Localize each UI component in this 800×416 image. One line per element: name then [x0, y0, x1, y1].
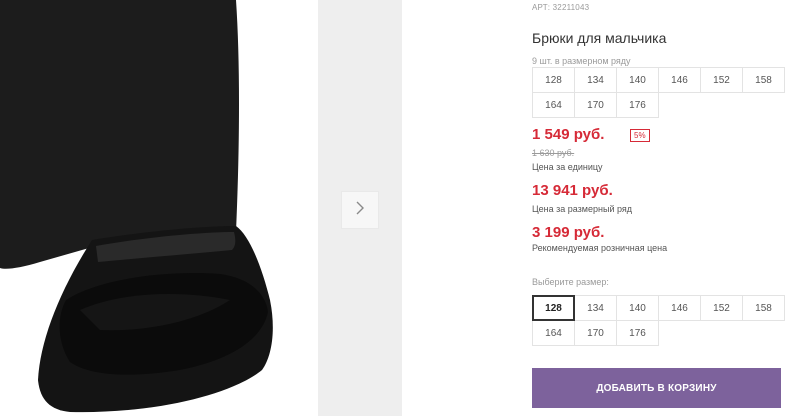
- unit-price-label: Цена за единицу: [532, 162, 603, 172]
- size-option[interactable]: 152: [700, 295, 743, 321]
- pack-note: 9 шт. в размерном ряду: [532, 56, 631, 66]
- size-option[interactable]: 176: [616, 320, 659, 346]
- product-title: Брюки для мальчика: [532, 30, 667, 46]
- pack-size-cell: 152: [700, 67, 743, 93]
- pack-size-cell: 158: [742, 67, 785, 93]
- pack-price: 13 941 руб.: [532, 182, 613, 199]
- next-image-button[interactable]: [341, 191, 379, 229]
- pack-size-cell: 128: [532, 67, 575, 93]
- trouser-leg-image: [0, 0, 318, 416]
- pack-size-cell: 134: [574, 67, 617, 93]
- product-photo: [0, 0, 318, 416]
- rrp-price: 3 199 руб.: [532, 224, 605, 241]
- size-selector: 128 134 140 146 152 158 164 170 176: [532, 295, 785, 346]
- product-info: АРТ: 32211043 Брюки для мальчика 9 шт. в…: [532, 0, 800, 416]
- choose-size-label: Выберите размер:: [532, 277, 609, 287]
- rrp-label: Рекомендуемая розничная цена: [532, 243, 668, 253]
- size-option-selected[interactable]: 128: [532, 295, 575, 321]
- size-option[interactable]: 164: [532, 320, 575, 346]
- discount-badge: 5%: [630, 129, 650, 142]
- pack-price-label: Цена за размерный ряд: [532, 204, 633, 214]
- pack-size-cell: 164: [532, 92, 575, 118]
- pack-size-cell: 146: [658, 67, 701, 93]
- add-to-cart-button[interactable]: ДОБАВИТЬ В КОРЗИНУ: [532, 368, 781, 408]
- size-option[interactable]: 140: [616, 295, 659, 321]
- chevron-right-icon: [354, 200, 366, 221]
- pack-size-grid: 128 134 140 146 152 158 164 170 176: [532, 67, 785, 118]
- unit-price: 1 549 руб.: [532, 126, 605, 143]
- pack-size-cell: 176: [616, 92, 659, 118]
- old-price: 1 630 руб.: [532, 148, 575, 158]
- size-option[interactable]: 134: [574, 295, 617, 321]
- pack-size-cell: 140: [616, 67, 659, 93]
- pack-size-cell: 170: [574, 92, 617, 118]
- article-number: АРТ: 32211043: [532, 3, 590, 12]
- size-option[interactable]: 170: [574, 320, 617, 346]
- size-option[interactable]: 146: [658, 295, 701, 321]
- size-option[interactable]: 158: [742, 295, 785, 321]
